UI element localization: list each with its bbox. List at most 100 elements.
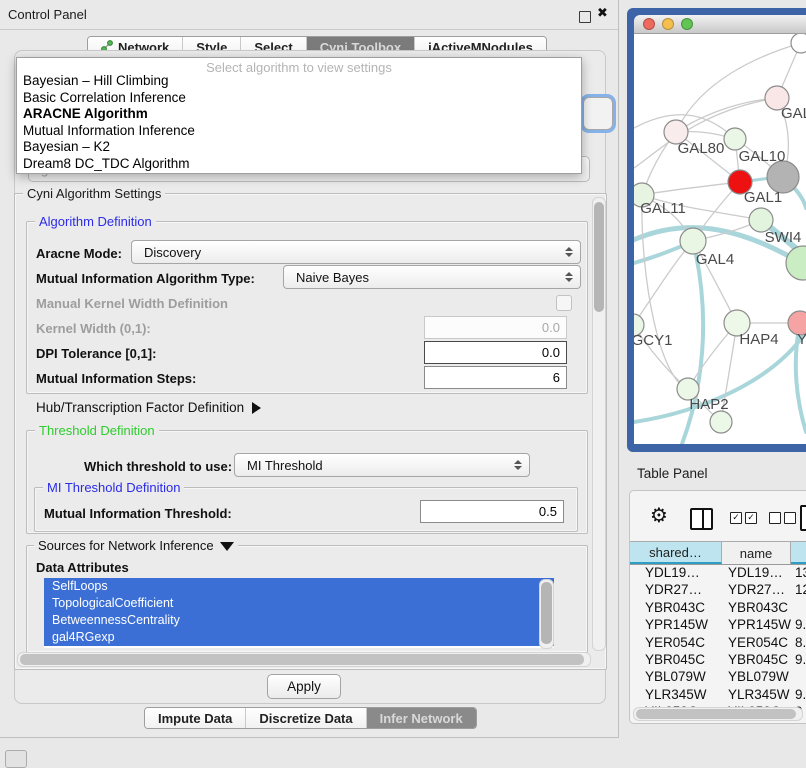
mi-type-combo[interactable]: Naive Bayes xyxy=(283,265,581,289)
table-row[interactable]: YPR145WYPR145W9. xyxy=(630,617,806,634)
expanded-arrow-icon xyxy=(220,542,234,551)
split-columns-icon[interactable] xyxy=(690,508,713,530)
which-threshold-combo[interactable]: MI Threshold xyxy=(234,453,530,477)
attributes-scroll-thumb[interactable] xyxy=(541,582,552,644)
table-cell: 13 xyxy=(791,565,806,582)
table-cell: YER054C xyxy=(722,635,791,652)
table-toolbar: ⚙ ✓✓ xyxy=(630,491,806,541)
dpi-tolerance-field[interactable]: 0.0 xyxy=(424,341,567,364)
node-label: HAP2 xyxy=(689,396,728,413)
stepper-icon xyxy=(565,272,573,282)
algorithm-option[interactable]: Mutual Information Inference xyxy=(21,123,577,140)
table-row[interactable]: YER054CYER054C8. xyxy=(630,635,806,652)
mi-type-value: Naive Bayes xyxy=(296,270,369,285)
node-label: GAL10 xyxy=(739,148,786,165)
bottom-left-widget[interactable] xyxy=(5,750,27,768)
mi-threshold-field[interactable]: 0.5 xyxy=(420,500,564,523)
table-cell: YBL079W xyxy=(630,669,722,686)
column-header[interactable]: shared… xyxy=(630,542,722,564)
table-cell: 12 xyxy=(791,582,806,599)
attribute-item[interactable]: SelfLoops xyxy=(44,578,554,595)
attribute-item[interactable]: gal4RGexp xyxy=(44,629,554,646)
network-node[interactable] xyxy=(786,246,806,280)
node-label: HAP4 xyxy=(739,331,778,348)
close-traffic-light[interactable] xyxy=(643,18,655,30)
close-icon[interactable]: ✖ xyxy=(597,5,608,21)
table-cell xyxy=(791,669,806,686)
network-node[interactable] xyxy=(710,411,732,433)
settings-hscroll-thumb[interactable] xyxy=(20,654,584,665)
algorithm-definition-title: Algorithm Definition xyxy=(35,214,156,229)
manual-kernel-label: Manual Kernel Width Definition xyxy=(36,296,228,311)
settings-vscroll-thumb[interactable] xyxy=(594,202,604,312)
bottom-tabbar: Impute DataDiscretize Data Infer Network xyxy=(144,707,477,729)
table-row[interactable]: YBR045CYBR045C9. xyxy=(630,652,806,669)
algorithm-option[interactable]: Bayesian – Hill Climbing xyxy=(21,73,577,90)
stepper-icon xyxy=(565,247,573,257)
table-cell: YDR27… xyxy=(722,582,791,599)
table-row[interactable]: YDR27…YDR27…12 xyxy=(630,582,806,599)
aracne-mode-value: Discovery xyxy=(144,245,201,260)
network-edge xyxy=(642,182,740,195)
table-row[interactable]: YBR043CYBR043C xyxy=(630,600,806,617)
table-cell: YPR145W xyxy=(722,617,791,634)
table-cell: YPR145W xyxy=(630,617,722,634)
table-cell: YBR045C xyxy=(630,652,722,669)
table-cell: YBR043C xyxy=(722,600,791,617)
checked-boxes-icon[interactable]: ✓✓ xyxy=(730,512,757,524)
table-row[interactable]: YBL079WYBL079W xyxy=(630,669,806,686)
attribute-item[interactable]: BetweennessCentrality xyxy=(44,612,554,629)
unchecked-boxes-icon[interactable] xyxy=(769,512,796,524)
control-panel-title: Control Panel xyxy=(8,7,87,22)
data-attributes-list: SelfLoopsTopologicalCoefficientBetweenne… xyxy=(44,578,554,648)
manual-kernel-checkbox[interactable] xyxy=(556,295,572,311)
kernel-width-field[interactable]: 0.0 xyxy=(424,316,567,339)
table-cell: YBL079W xyxy=(722,669,791,686)
data-attributes-label: Data Attributes xyxy=(36,560,129,575)
algorithm-combo-fragment[interactable] xyxy=(583,97,613,130)
table-horizontal-scrollbar[interactable] xyxy=(633,707,803,721)
network-node[interactable] xyxy=(724,128,746,150)
tab-infer-network[interactable]: Infer Network xyxy=(367,708,476,728)
column-header[interactable] xyxy=(791,542,806,564)
network-node[interactable] xyxy=(791,34,806,53)
column-header[interactable]: name xyxy=(722,542,791,564)
float-window-icon[interactable] xyxy=(579,11,591,23)
table-panel: ⚙ ✓✓ shared…name YDL19…YDL19…13YDR27…YDR… xyxy=(629,490,806,724)
document-icon[interactable] xyxy=(800,505,806,531)
table-hscroll-thumb[interactable] xyxy=(636,709,796,719)
mi-steps-field[interactable]: 6 xyxy=(424,366,567,389)
algorithm-popup: Select algorithm to view settings Bayesi… xyxy=(16,57,582,174)
attribute-item[interactable]: TopologicalCoefficient xyxy=(44,595,554,612)
algorithm-option[interactable]: Basic Correlation Inference xyxy=(21,90,577,107)
node-label: GAL xyxy=(781,105,806,122)
which-threshold-value: MI Threshold xyxy=(247,458,323,473)
table-row[interactable]: YLR345WYLR345W9. xyxy=(630,687,806,704)
settings-horizontal-scrollbar[interactable] xyxy=(17,652,591,667)
table-cell: YLR345W xyxy=(722,687,791,704)
mi-steps-label: Mutual Information Steps: xyxy=(36,371,196,386)
table-cell: 8. xyxy=(791,635,806,652)
tab-impute-data[interactable]: Impute Data xyxy=(145,708,246,728)
algorithm-option[interactable]: Dream8 DC_TDC Algorithm xyxy=(21,156,577,173)
tab-discretize-data[interactable]: Discretize Data xyxy=(246,708,366,728)
table-cell: 9. xyxy=(791,687,806,704)
sources-title[interactable]: Sources for Network Inference xyxy=(34,538,238,553)
attributes-list-scrollbar[interactable] xyxy=(539,579,554,649)
network-view[interactable]: GALGAL80GAL10GAL1GAL11SWI4GAL4GCY1HAP4YH… xyxy=(634,34,806,444)
node-label: GAL80 xyxy=(678,140,725,157)
table-row[interactable]: YDL19…YDL19…13 xyxy=(630,565,806,582)
zoom-traffic-light[interactable] xyxy=(681,18,693,30)
network-edge xyxy=(682,241,703,444)
network-window-titlebar[interactable] xyxy=(634,15,806,34)
gear-icon[interactable]: ⚙ xyxy=(650,503,668,527)
minimize-traffic-light[interactable] xyxy=(662,18,674,30)
tab-label: Infer Network xyxy=(380,711,463,726)
settings-vertical-scrollbar[interactable] xyxy=(592,197,606,651)
table-cell: YER054C xyxy=(630,635,722,652)
apply-button[interactable]: Apply xyxy=(267,674,341,699)
algorithm-option[interactable]: Bayesian – K2 xyxy=(21,139,577,156)
algorithm-option[interactable]: ARACNE Algorithm xyxy=(21,106,577,123)
aracne-mode-combo[interactable]: Discovery xyxy=(131,240,581,264)
hub-definition-toggle[interactable]: Hub/Transcription Factor Definition xyxy=(36,400,261,415)
